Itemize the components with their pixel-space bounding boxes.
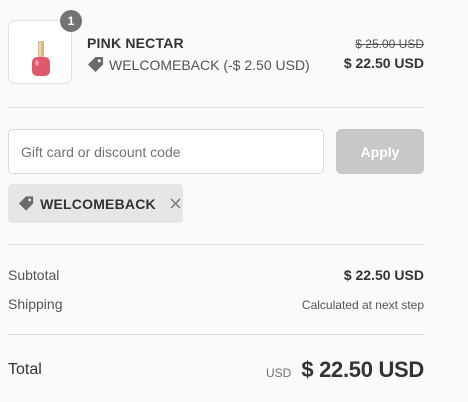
subtotal-label: Subtotal <box>8 267 60 283</box>
product-thumbnail <box>8 20 72 84</box>
shipping-label: Shipping <box>8 296 63 312</box>
product-name: PINK NECTAR <box>87 35 184 51</box>
shipping-value: Calculated at next step <box>301 298 424 312</box>
total-row: Total USD $ 22.50 USD <box>8 353 424 387</box>
currency-code: USD <box>265 366 292 380</box>
tag-icon <box>18 196 34 211</box>
divider <box>8 107 424 108</box>
subtotal-row: Subtotal $ 22.50 USD <box>8 267 424 283</box>
order-summary: 1 PINK NECTAR WELCOMEBACK (-$ 2.50 USD) … <box>8 10 424 382</box>
tag-icon <box>87 56 104 73</box>
divider <box>8 334 424 335</box>
total-label: Total <box>8 361 42 378</box>
quantity-badge: 1 <box>60 10 82 32</box>
subtotal-value: $ 22.50 USD <box>343 267 424 283</box>
applied-discount-code: WELCOMEBACK <box>40 195 156 212</box>
product-line-item: 1 PINK NECTAR WELCOMEBACK (-$ 2.50 USD) … <box>8 10 424 85</box>
original-price: $ 25.00 USD <box>355 37 424 51</box>
discount-code-input[interactable] <box>8 129 324 174</box>
total-amount-group: USD $ 22.50 USD <box>266 357 424 383</box>
shipping-row: Shipping Calculated at next step <box>8 296 424 312</box>
product-discount: WELCOMEBACK (-$ 2.50 USD) <box>87 56 310 73</box>
product-price: $ 22.50 USD <box>343 55 424 71</box>
close-icon <box>170 198 181 209</box>
product-discount-text: WELCOMEBACK (-$ 2.50 USD) <box>109 56 310 73</box>
total-amount: $ 22.50 USD <box>301 357 424 382</box>
applied-discount-chip: WELCOMEBACK <box>8 184 183 223</box>
apply-button[interactable]: Apply <box>336 129 424 174</box>
divider <box>8 244 424 245</box>
remove-discount-button[interactable] <box>168 196 183 212</box>
nail-polish-bottle-icon <box>32 41 50 76</box>
